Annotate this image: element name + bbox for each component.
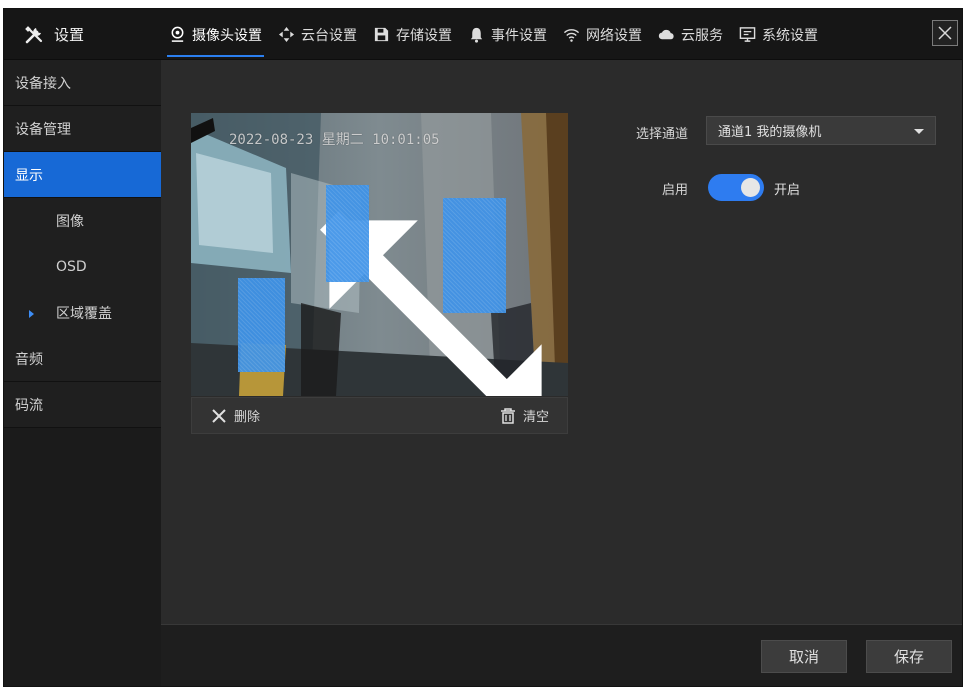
trash-icon xyxy=(500,407,515,424)
sidebar-item-display[interactable]: 显示 xyxy=(4,152,161,198)
channel-select[interactable]: 通道1 我的摄像机 xyxy=(706,116,936,145)
close-icon xyxy=(938,26,952,40)
wifi-icon xyxy=(563,29,580,42)
sidebar-empty-area xyxy=(4,428,161,638)
monitor-icon xyxy=(739,27,756,42)
tab-label: 摄像头设置 xyxy=(192,27,262,44)
top-bar: 设置 摄像头设置 云台设置 存储设置 事件设置 网络设置 云服务 系统设置 xyxy=(4,9,962,60)
sidebar-item-label: 设备管理 xyxy=(15,121,71,138)
tab-system-settings[interactable]: 系统设置 xyxy=(731,9,826,60)
delete-label: 删除 xyxy=(234,410,261,425)
tab-label: 事件设置 xyxy=(491,27,547,44)
enable-label: 启用 xyxy=(661,183,688,198)
ptz-arrows-icon xyxy=(278,26,295,43)
close-button[interactable] xyxy=(932,20,958,46)
sidebar-subitem-osd[interactable]: OSD xyxy=(4,244,161,290)
clear-button[interactable]: 清空 xyxy=(499,398,549,433)
sidebar: 设备接入 设备管理 显示 图像 OSD 区域覆盖 音频 码流 xyxy=(4,60,161,686)
enable-toggle[interactable] xyxy=(708,174,764,201)
sidebar-item-label: 音频 xyxy=(15,351,43,368)
sidebar-item-label: 区域覆盖 xyxy=(56,306,112,322)
tab-label: 系统设置 xyxy=(762,27,818,44)
delete-button[interactable]: 删除 xyxy=(210,398,260,433)
channel-label: 选择通道 xyxy=(635,127,688,142)
sidebar-item-label: 显示 xyxy=(15,167,43,184)
chevron-down-icon xyxy=(914,129,924,134)
sidebar-item-label: 设备接入 xyxy=(15,75,71,92)
save-button[interactable]: 保存 xyxy=(866,640,952,673)
content-panel: 2022-08-23 星期二 10:01:05 删除 清空 选择通道 通道1 我… xyxy=(161,60,962,624)
current-item-marker-icon xyxy=(29,310,34,318)
toggle-knob xyxy=(741,178,760,197)
channel-select-value: 通道1 我的摄像机 xyxy=(718,125,822,140)
tab-bar: 摄像头设置 云台设置 存储设置 事件设置 网络设置 云服务 系统设置 xyxy=(161,9,826,60)
privacy-mask-region[interactable] xyxy=(238,278,285,372)
tab-camera-settings[interactable]: 摄像头设置 xyxy=(161,9,270,60)
tab-storage-settings[interactable]: 存储设置 xyxy=(365,9,460,60)
tab-label: 存储设置 xyxy=(396,27,452,44)
bell-icon xyxy=(470,27,483,43)
sidebar-item-audio[interactable]: 音频 xyxy=(4,336,161,382)
delete-x-icon xyxy=(212,408,226,423)
sidebar-subitem-image[interactable]: 图像 xyxy=(4,198,161,244)
cancel-button[interactable]: 取消 xyxy=(761,640,847,673)
tab-label: 云服务 xyxy=(681,27,723,44)
tab-network-settings[interactable]: 网络设置 xyxy=(555,9,650,60)
tab-cloud-service[interactable]: 云服务 xyxy=(650,9,731,60)
cloud-icon xyxy=(658,29,674,40)
tab-label: 云台设置 xyxy=(301,27,357,44)
camera-pin-icon xyxy=(171,26,184,42)
sidebar-item-device-access[interactable]: 设备接入 xyxy=(4,60,161,106)
preview-toolbar: 删除 清空 xyxy=(191,397,568,434)
tools-icon xyxy=(25,25,43,43)
app-title-text: 设置 xyxy=(54,26,85,44)
sidebar-item-device-management[interactable]: 设备管理 xyxy=(4,106,161,152)
tab-event-settings[interactable]: 事件设置 xyxy=(460,9,555,60)
osd-timestamp: 2022-08-23 星期二 10:01:05 xyxy=(229,132,440,148)
sidebar-subitem-privacy-mask[interactable]: 区域覆盖 xyxy=(4,290,161,336)
tab-ptz-settings[interactable]: 云台设置 xyxy=(270,9,365,60)
sidebar-item-stream[interactable]: 码流 xyxy=(4,382,161,428)
clear-label: 清空 xyxy=(522,410,549,425)
enable-state-text: 开启 xyxy=(774,183,801,198)
sidebar-item-label: 码流 xyxy=(15,397,43,414)
footer-bar: 取消 保存 xyxy=(161,624,962,686)
resize-cursor-icon xyxy=(319,210,542,396)
sidebar-item-label: 图像 xyxy=(56,214,84,230)
tab-label: 网络设置 xyxy=(586,27,642,44)
camera-preview[interactable]: 2022-08-23 星期二 10:01:05 xyxy=(191,113,568,396)
app-title: 设置 xyxy=(24,9,84,60)
privacy-mask-region[interactable] xyxy=(443,198,506,313)
settings-window: 设置 摄像头设置 云台设置 存储设置 事件设置 网络设置 云服务 系统设置 设备… xyxy=(3,8,963,687)
floppy-disk-icon xyxy=(374,27,389,42)
privacy-mask-region[interactable] xyxy=(326,185,369,282)
sidebar-item-label: OSD xyxy=(56,259,87,275)
